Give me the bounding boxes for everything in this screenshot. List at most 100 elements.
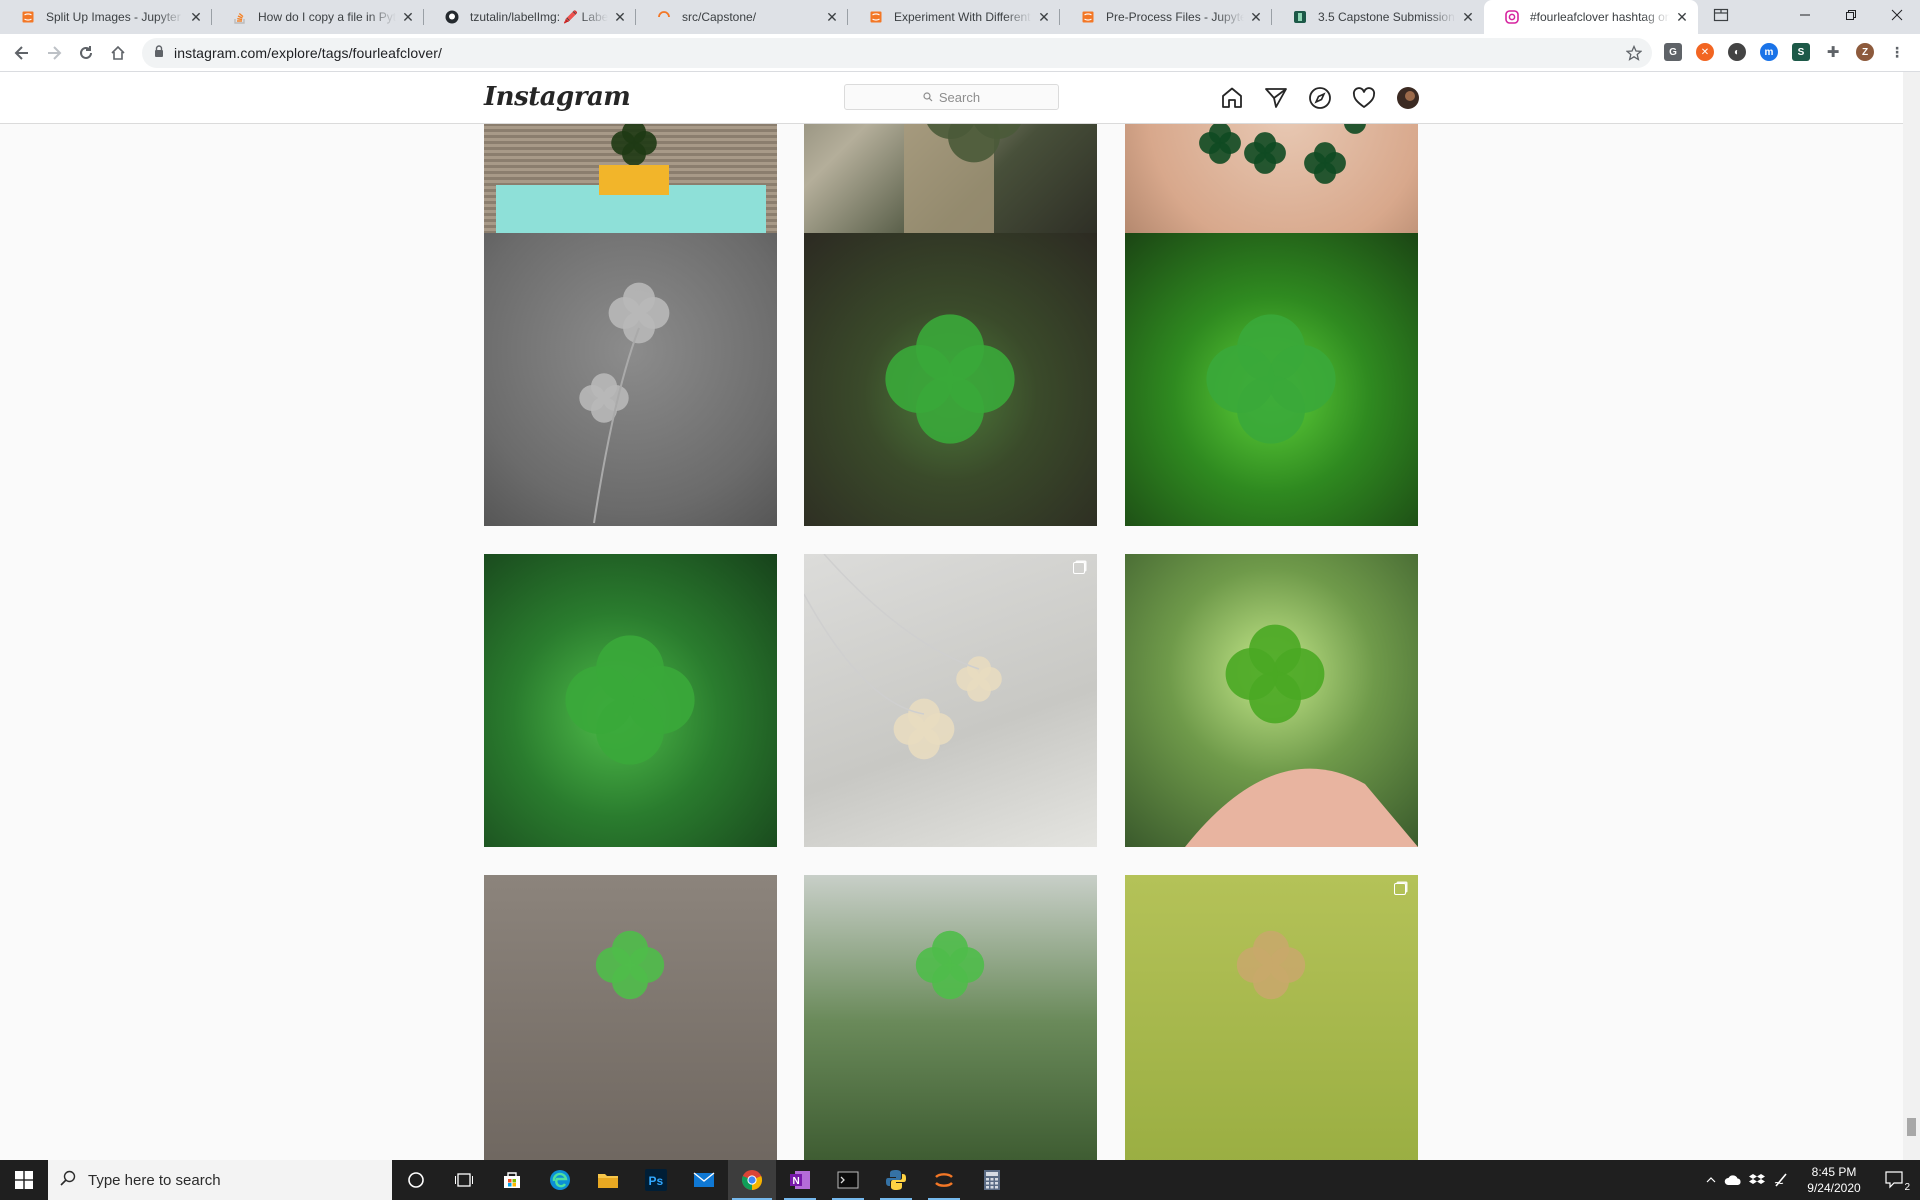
mail-icon[interactable] [680, 1160, 728, 1200]
show-hidden-icons-chevron-icon[interactable] [1702, 1171, 1720, 1189]
tab-title: src/Capstone/ [682, 10, 757, 24]
direct-messages-icon[interactable] [1263, 85, 1289, 111]
browser-toolbar: instagram.com/explore/tags/fourleafclove… [0, 34, 1920, 72]
microsoft-store-icon[interactable] [488, 1160, 536, 1200]
tab-title: Pre-Process Files - Jupyter N [1106, 10, 1244, 24]
browser-tab[interactable]: How do I copy a file in Pyth ✕ [212, 0, 424, 34]
stackoverflow-icon [232, 9, 248, 25]
cortana-icon[interactable] [392, 1160, 440, 1200]
post-thumbnail-clover-on-ground[interactable] [804, 233, 1097, 526]
tab-title: Split Up Images - Jupyter N [46, 10, 184, 24]
profile-avatar[interactable] [1395, 85, 1421, 111]
task-view-icon[interactable] [440, 1160, 488, 1200]
terminal-icon[interactable] [824, 1160, 872, 1200]
taskbar-search-placeholder: Type here to search [88, 1171, 221, 1189]
post-thumbnail-clover-leaves-closeup[interactable] [484, 554, 777, 847]
onenote-icon[interactable]: N [776, 1160, 824, 1200]
tab-close-icon[interactable]: ✕ [1674, 9, 1690, 25]
post-image [565, 635, 695, 765]
search-icon [60, 1170, 76, 1190]
post-thumbnail-clover-patch-bright[interactable] [1125, 233, 1418, 526]
post-image [496, 124, 766, 246]
browser-tab[interactable]: Experiment With Different M ✕ [848, 0, 1060, 34]
file-explorer-icon[interactable] [584, 1160, 632, 1200]
extension-g-icon[interactable]: G [1664, 43, 1682, 61]
tab-close-icon[interactable]: ✕ [1036, 9, 1052, 25]
tab-search-icon[interactable] [1704, 0, 1738, 30]
profile-avatar[interactable]: Z [1856, 43, 1874, 61]
minimize-button[interactable] [1782, 0, 1828, 30]
bookmark-star-icon[interactable] [1620, 39, 1648, 67]
instagram-search-input[interactable]: Search [844, 84, 1059, 110]
taskbar-clock[interactable]: 8:45 PM 9/24/2020 [1796, 1164, 1872, 1196]
tab-close-icon[interactable]: ✕ [612, 9, 628, 25]
post-image [1206, 314, 1336, 444]
search-icon [923, 90, 933, 105]
instagram-logo[interactable]: Instagram [484, 82, 631, 112]
close-window-button[interactable] [1874, 0, 1920, 30]
back-button[interactable] [8, 39, 36, 67]
post-image [1185, 624, 1418, 847]
activity-heart-icon[interactable] [1351, 85, 1377, 111]
post-thumbnail-clover-necklaces[interactable] [804, 554, 1097, 847]
windows-start-icon[interactable] [0, 1160, 48, 1200]
onedrive-cloud-icon[interactable] [1724, 1171, 1742, 1189]
jupyter-icon[interactable] [920, 1160, 968, 1200]
browser-tab[interactable]: tzutalin/labelImg: 🖍️ Label ✕ [424, 0, 636, 34]
photoshop-icon[interactable]: Ps [632, 1160, 680, 1200]
clock-date: 9/24/2020 [1807, 1181, 1861, 1195]
extension-circle-icon[interactable]: ◐ [1728, 43, 1746, 61]
browser-tab[interactable]: Pre-Process Files - Jupyter N ✕ [1060, 0, 1272, 34]
tab-close-icon[interactable]: ✕ [400, 9, 416, 25]
restore-button[interactable] [1828, 0, 1874, 30]
post-thumbnail-pressed-clover-grey[interactable] [484, 233, 777, 526]
reload-button[interactable] [72, 39, 100, 67]
instagram-icon [1504, 9, 1520, 25]
post-thumbnail-crochet-clover-keychain[interactable] [804, 124, 1097, 246]
post-thumbnail-clover-in-hand[interactable] [1125, 554, 1418, 847]
dropbox-icon[interactable] [1748, 1171, 1766, 1189]
tab-close-icon[interactable]: ✕ [1460, 9, 1476, 25]
lock-icon[interactable] [154, 44, 164, 62]
page-scrollbar[interactable] [1903, 72, 1920, 1160]
chrome-icon[interactable] [728, 1160, 776, 1200]
post-thumbnail-clover-on-fabric[interactable] [1125, 875, 1418, 1160]
extension-springboard-icon[interactable]: S [1792, 43, 1810, 61]
browser-tab[interactable]: 3.5 Capstone Submission - S ✕ [1272, 0, 1484, 34]
taskbar-search-input[interactable]: Type here to search [48, 1160, 392, 1200]
python-icon[interactable] [872, 1160, 920, 1200]
extension-orange-icon[interactable]: ✕ [1696, 43, 1714, 61]
home-icon[interactable] [1219, 85, 1245, 111]
browser-tab[interactable]: #fourleafclover hashtag on ✕ [1484, 0, 1698, 34]
edge-browser-icon[interactable] [536, 1160, 584, 1200]
tab-close-icon[interactable]: ✕ [824, 9, 840, 25]
tab-close-icon[interactable]: ✕ [1248, 9, 1264, 25]
browser-tab[interactable]: Split Up Images - Jupyter N ✕ [0, 0, 212, 34]
extension-blue-icon[interactable]: m [1760, 43, 1778, 61]
loading-icon [656, 9, 672, 25]
tab-title: tzutalin/labelImg: 🖍️ Label [470, 10, 608, 24]
clock-time: 8:45 PM [1811, 1165, 1857, 1179]
post-image [595, 930, 665, 1000]
post-thumbnail-clover-on-wood[interactable] [484, 875, 777, 1160]
pen-workspace-icon[interactable] [1772, 1171, 1790, 1189]
extensions-puzzle-icon[interactable]: ✚ [1824, 43, 1842, 61]
home-button[interactable] [104, 39, 132, 67]
menu-kebab-icon[interactable]: ⋮ [1888, 43, 1906, 61]
address-bar[interactable]: instagram.com/explore/tags/fourleafclove… [142, 38, 1652, 68]
explore-compass-icon[interactable] [1307, 85, 1333, 111]
forward-button[interactable] [40, 39, 68, 67]
action-center-notification-icon[interactable]: 2 [1880, 1171, 1910, 1193]
post-thumbnail-person-green-hair[interactable] [804, 875, 1097, 1160]
github-icon [444, 9, 460, 25]
search-placeholder: Search [938, 89, 981, 105]
profile-initial: Z [1861, 46, 1869, 58]
browser-tab[interactable]: src/Capstone/ ✕ [636, 0, 848, 34]
carousel-multiple-icon [1394, 883, 1406, 895]
post-thumbnail-jade-clovers-hand[interactable] [1125, 124, 1418, 246]
tab-close-icon[interactable]: ✕ [188, 9, 204, 25]
calculator-icon[interactable] [968, 1160, 1016, 1200]
carousel-multiple-icon [1073, 562, 1085, 574]
scrollbar-thumb[interactable] [1907, 1118, 1916, 1136]
post-thumbnail-september-calendar[interactable] [484, 124, 777, 246]
